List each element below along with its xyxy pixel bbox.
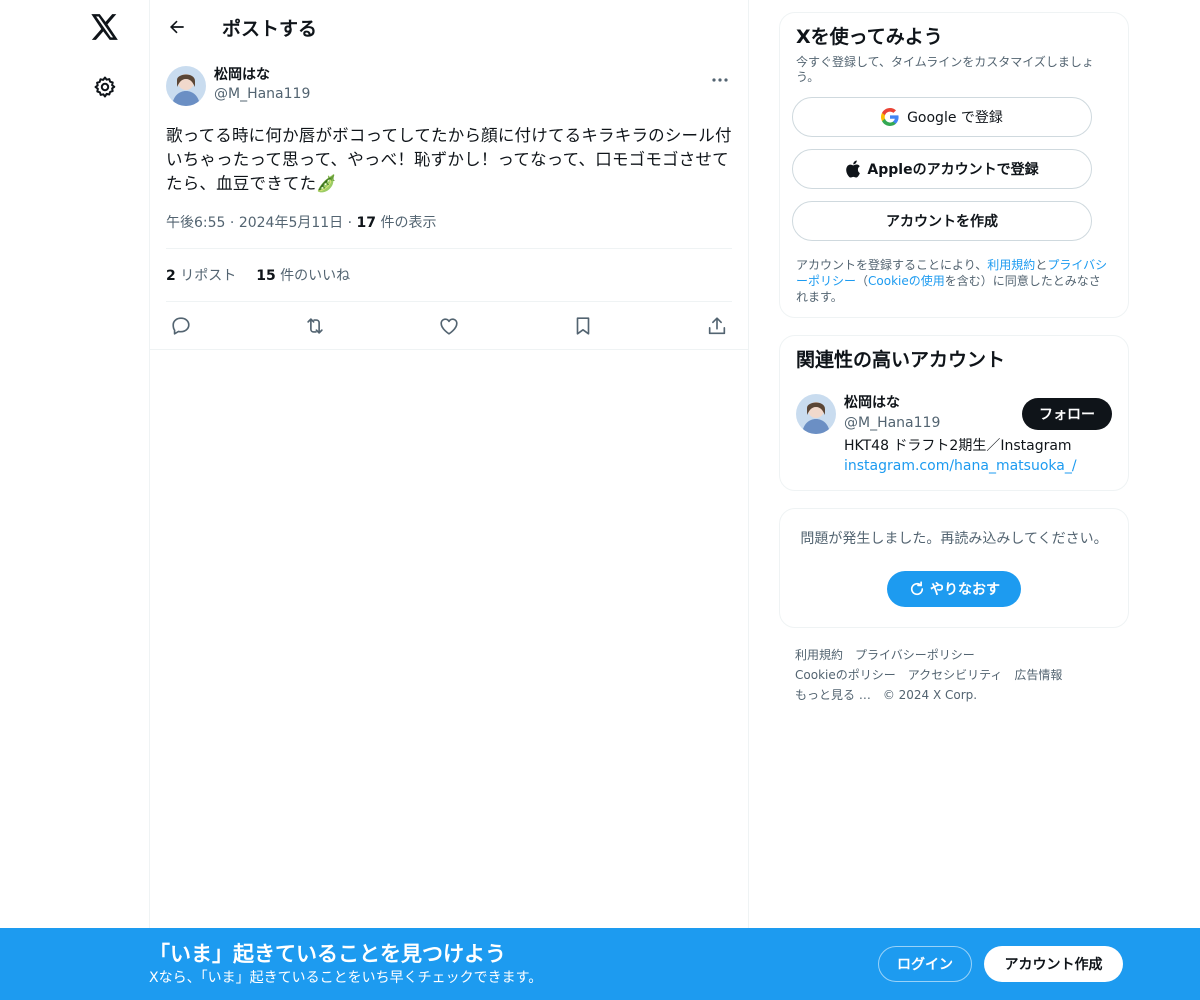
main-column: ポストする 松岡はな @M_Hana119 歌ってる時に何か唇がボコってしてたか… <box>149 0 749 1000</box>
footer-more[interactable]: もっと見る … <box>795 688 871 702</box>
footer-privacy[interactable]: プライバシーポリシー <box>855 648 975 662</box>
related-account[interactable]: 松岡はな @M_Hana119 HKT48 ドラフト2期生／Instagram … <box>796 394 1112 476</box>
avatar[interactable] <box>796 394 836 434</box>
share-button[interactable] <box>706 315 728 337</box>
signup-card: Xを使ってみよう 今すぐ登録して、タイムラインをカスタマイズしましょう。 Goo… <box>779 12 1129 318</box>
post-time-row: 午後6:55 · 2024年5月11日 · 17 件の表示 <box>166 212 732 232</box>
google-signup-label: Google で登録 <box>907 110 1003 126</box>
more-icon <box>712 78 728 82</box>
separator: · <box>347 215 353 231</box>
apple-signup-button[interactable]: Appleのアカウントで登録 <box>792 149 1092 189</box>
footer-cookie[interactable]: Cookieのポリシー <box>795 668 896 682</box>
footer-copyright: © 2024 X Corp. <box>882 688 978 702</box>
bottom-banner: 「いま」起きていることを見つけよう Xなら、「いま」起きていることをいち早くチェ… <box>0 928 1200 1000</box>
legal-paren: （ <box>856 274 869 288</box>
footer-accessibility[interactable]: アクセシビリティ <box>908 668 1003 682</box>
apple-signup-label: Appleのアカウントで登録 <box>867 162 1039 178</box>
more-button[interactable] <box>708 70 732 90</box>
page-title: ポストする <box>222 17 318 40</box>
likes-stat[interactable]: 15 件のいいね <box>256 265 350 285</box>
legal-prefix: アカウントを登録することにより、 <box>796 258 988 272</box>
cookie-link[interactable]: Cookieの使用 <box>868 274 945 288</box>
error-message: 問題が発生しました。再読み込みしてください。 <box>800 531 1108 547</box>
repost-icon <box>307 317 323 334</box>
apple-icon <box>846 160 861 178</box>
top-bar: ポストする <box>150 0 748 54</box>
author-handle[interactable]: @M_Hana119 <box>214 84 310 104</box>
reply-button[interactable] <box>170 315 192 337</box>
post-actions <box>166 302 732 349</box>
reposts-label: リポスト <box>180 268 237 284</box>
google-icon <box>881 108 899 126</box>
follow-button[interactable]: フォロー <box>1022 398 1112 430</box>
error-card: 問題が発生しました。再読み込みしてください。 やりなおす <box>779 508 1129 628</box>
banner-create-account-button[interactable]: アカウント作成 <box>984 946 1123 982</box>
separator: · <box>229 215 235 231</box>
post-text: 歌ってる時に何か唇がボコってしてたから顔に付けてるキラキラのシール付いちゃったっ… <box>166 126 732 193</box>
banner-title: 「いま」起きていることを見つけよう <box>149 942 506 966</box>
post-author-row: 松岡はな @M_Hana119 <box>166 66 732 116</box>
footer-ads[interactable]: 広告情報 <box>1014 668 1062 682</box>
author-name[interactable]: 松岡はな <box>214 66 310 84</box>
create-account-button[interactable]: アカウントを作成 <box>792 201 1092 241</box>
views-count: 17 <box>356 215 377 231</box>
terms-link[interactable]: 利用規約 <box>987 258 1035 272</box>
share-icon <box>708 316 726 334</box>
reposts-stat[interactable]: 2 リポスト <box>166 265 236 285</box>
footer-links: 利用規約 プライバシーポリシー Cookieのポリシー アクセシビリティ 広告情報 も… <box>779 645 1129 705</box>
repost-button[interactable] <box>304 315 326 337</box>
refresh-icon <box>910 581 924 596</box>
x-logo-icon[interactable] <box>88 10 122 44</box>
signup-subtitle: 今すぐ登録して、タイムラインをカスタマイズしましょう。 <box>796 55 1094 84</box>
back-button[interactable] <box>160 10 194 44</box>
post-date[interactable]: 2024年5月11日 <box>239 215 343 231</box>
like-icon <box>440 317 458 335</box>
legal-text: アカウントを登録することにより、利用規約とプライバシーポリシー（Cookieの使… <box>796 257 1112 305</box>
signup-title: Xを使ってみよう <box>796 26 943 48</box>
bookmark-button[interactable] <box>572 315 594 337</box>
likes-count: 15 <box>256 268 276 284</box>
retry-label: やりなおす <box>930 582 1000 598</box>
views-label: 件の表示 <box>380 215 437 231</box>
post-time[interactable]: 午後6:55 <box>166 215 225 231</box>
login-button[interactable]: ログイン <box>878 946 972 982</box>
bookmark-icon <box>576 316 590 335</box>
related-link[interactable]: instagram.com/hana_matsuoka_/ <box>844 456 1077 476</box>
reposts-count: 2 <box>166 268 176 284</box>
related-accounts-card: 関連性の高いアカウント 松岡はな @M_Hana119 HKT48 ドラフト2期… <box>779 335 1129 491</box>
banner-subtitle: Xなら、「いま」起きていることをいち早くチェックできます。 <box>149 970 543 986</box>
post: 松岡はな @M_Hana119 歌ってる時に何か唇がボコってしてたから顔に付けて… <box>150 66 748 350</box>
stats-row: 2 リポスト 15 件のいいね <box>166 249 732 301</box>
related-title: 関連性の高いアカウント <box>796 349 1006 371</box>
retry-button[interactable]: やりなおす <box>887 571 1021 607</box>
avatar[interactable] <box>166 66 206 106</box>
like-button[interactable] <box>438 315 460 337</box>
right-column: Xを使ってみよう 今すぐ登録して、タイムラインをカスタマイズしましょう。 Goo… <box>779 12 1129 705</box>
divider <box>150 349 748 350</box>
google-signup-button[interactable]: Google で登録 <box>792 97 1092 137</box>
related-bio: HKT48 ドラフト2期生／Instagram <box>844 438 1072 454</box>
footer-terms[interactable]: 利用規約 <box>795 648 843 662</box>
left-nav <box>0 0 150 1000</box>
likes-label: 件のいいね <box>280 268 351 284</box>
legal-and: と <box>1035 258 1048 272</box>
back-arrow-icon <box>170 20 184 34</box>
gear-icon[interactable] <box>88 70 122 104</box>
reply-icon <box>172 316 190 335</box>
